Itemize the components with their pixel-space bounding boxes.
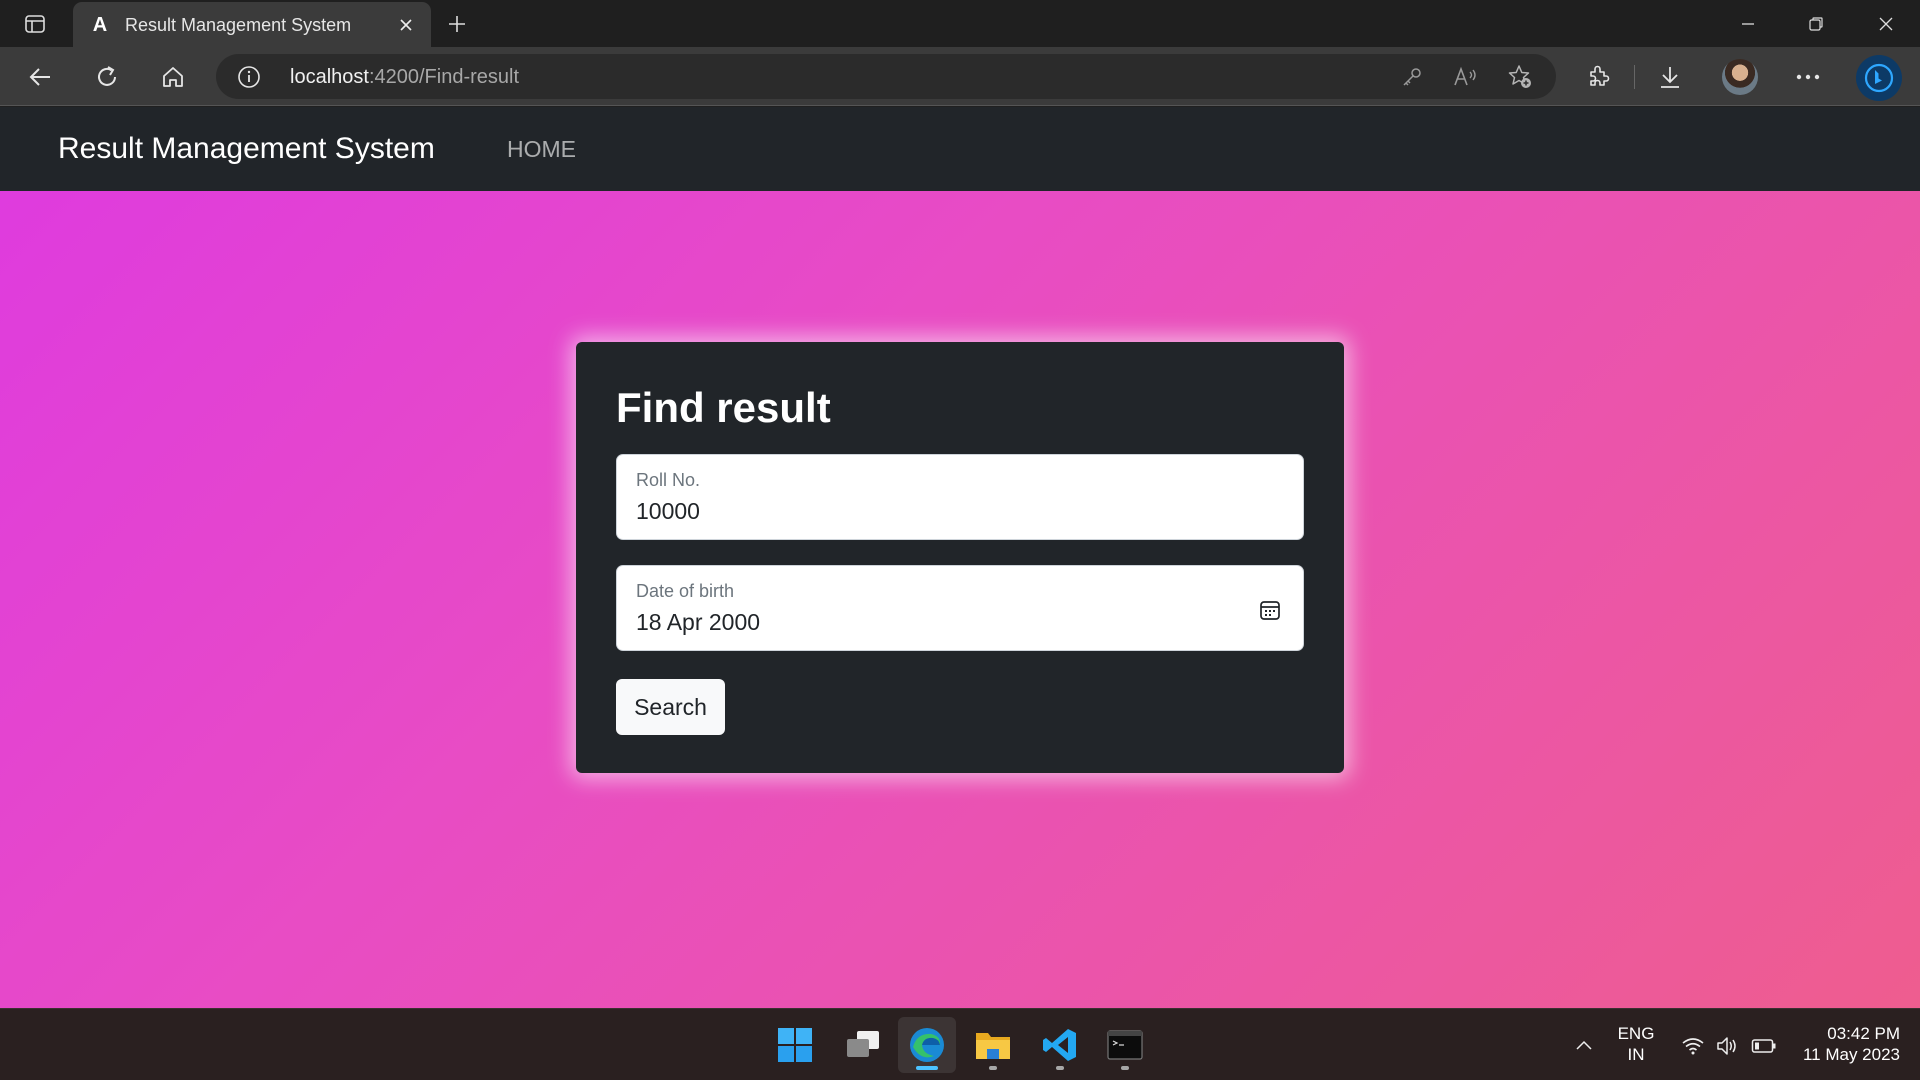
site-info-icon[interactable] xyxy=(236,64,262,90)
extensions-icon[interactable] xyxy=(1579,58,1617,96)
edge-icon xyxy=(910,1028,944,1062)
battery-icon[interactable] xyxy=(1751,1033,1777,1059)
tab-title: Result Management System xyxy=(125,15,352,35)
roll-no-label: Roll No. xyxy=(636,470,701,490)
app-navbar: Result Management System HOME xyxy=(0,107,1920,191)
windows-taskbar: ENG IN 03:42 PM 11 May 2023 xyxy=(0,1008,1920,1080)
back-icon[interactable] xyxy=(22,58,60,96)
key-icon[interactable] xyxy=(1398,63,1426,91)
read-aloud-icon[interactable] xyxy=(1452,63,1480,91)
task-view-icon xyxy=(847,1031,879,1057)
lang-code: ENG xyxy=(1617,1024,1655,1043)
refresh-icon[interactable] xyxy=(88,58,126,96)
roll-no-field[interactable]: Roll No. 10000 xyxy=(616,454,1304,540)
nav-link-home[interactable]: HOME xyxy=(507,136,576,163)
file-explorer-taskbar-button[interactable] xyxy=(964,1017,1022,1073)
app-brand[interactable]: Result Management System xyxy=(58,132,435,166)
close-window-icon[interactable] xyxy=(1864,7,1908,41)
wifi-icon[interactable] xyxy=(1680,1033,1706,1059)
terminal-taskbar-button[interactable] xyxy=(1096,1017,1154,1073)
volume-icon[interactable] xyxy=(1715,1033,1741,1059)
minimize-icon[interactable] xyxy=(1726,7,1770,41)
folder-icon xyxy=(976,1033,1010,1059)
system-clock[interactable]: 03:42 PM 11 May 2023 xyxy=(1790,1023,1900,1065)
url-host: localhost xyxy=(290,66,369,88)
address-bar[interactable]: localhost:4200/Find-result xyxy=(216,54,1556,99)
home-icon[interactable] xyxy=(154,58,192,96)
browser-toolbar: localhost:4200/Find-result xyxy=(0,47,1920,106)
input-language[interactable]: ENG IN xyxy=(1612,1023,1660,1065)
vscode-icon xyxy=(1043,1029,1076,1061)
new-tab-icon[interactable] xyxy=(440,7,474,41)
clock-time: 03:42 PM xyxy=(1827,1024,1900,1043)
profile-avatar[interactable] xyxy=(1722,59,1758,95)
show-hidden-icons-icon[interactable] xyxy=(1572,1033,1596,1057)
url-path: :4200/Find-result xyxy=(368,66,520,88)
close-tab-icon[interactable] xyxy=(393,12,419,38)
windows-logo-icon xyxy=(778,1028,812,1062)
add-favorite-icon[interactable] xyxy=(1506,63,1534,91)
tab-actions-icon[interactable] xyxy=(18,9,52,39)
page-content: Result Management System HOME Find resul… xyxy=(0,107,1920,1008)
clock-date: 11 May 2023 xyxy=(1802,1045,1900,1064)
edge-taskbar-button[interactable] xyxy=(898,1017,956,1073)
browser-tab-strip: A Result Management System xyxy=(0,0,1920,47)
lang-region: IN xyxy=(1627,1045,1645,1064)
terminal-icon xyxy=(1107,1030,1143,1060)
browser-tab[interactable]: A Result Management System xyxy=(73,2,431,47)
downloads-icon[interactable] xyxy=(1651,58,1689,96)
dob-label: Date of birth xyxy=(636,581,735,601)
calendar-icon[interactable] xyxy=(1257,597,1283,623)
running-indicator xyxy=(1121,1066,1129,1070)
dob-field[interactable]: Date of birth 18 Apr 2000 xyxy=(616,565,1304,651)
more-options-icon[interactable] xyxy=(1789,58,1827,96)
toolbar-divider xyxy=(1634,65,1635,89)
running-indicator xyxy=(989,1066,997,1070)
card-title: Find result xyxy=(616,384,831,431)
running-indicator xyxy=(1056,1066,1064,1070)
task-view-button[interactable] xyxy=(834,1017,892,1073)
bing-copilot-icon[interactable] xyxy=(1856,55,1902,101)
dob-value[interactable]: 18 Apr 2000 xyxy=(636,609,760,636)
vscode-taskbar-button[interactable] xyxy=(1031,1017,1089,1073)
find-result-card: Find result Roll No. 10000 Date of birth… xyxy=(576,342,1344,773)
url-text[interactable]: localhost:4200/Find-result xyxy=(290,66,519,89)
restore-icon[interactable] xyxy=(1794,7,1838,41)
roll-no-value[interactable]: 10000 xyxy=(636,498,700,525)
start-button[interactable] xyxy=(766,1017,824,1073)
running-indicator xyxy=(916,1066,938,1070)
search-button[interactable]: Search xyxy=(616,679,725,735)
angular-favicon-icon: A xyxy=(92,13,108,36)
